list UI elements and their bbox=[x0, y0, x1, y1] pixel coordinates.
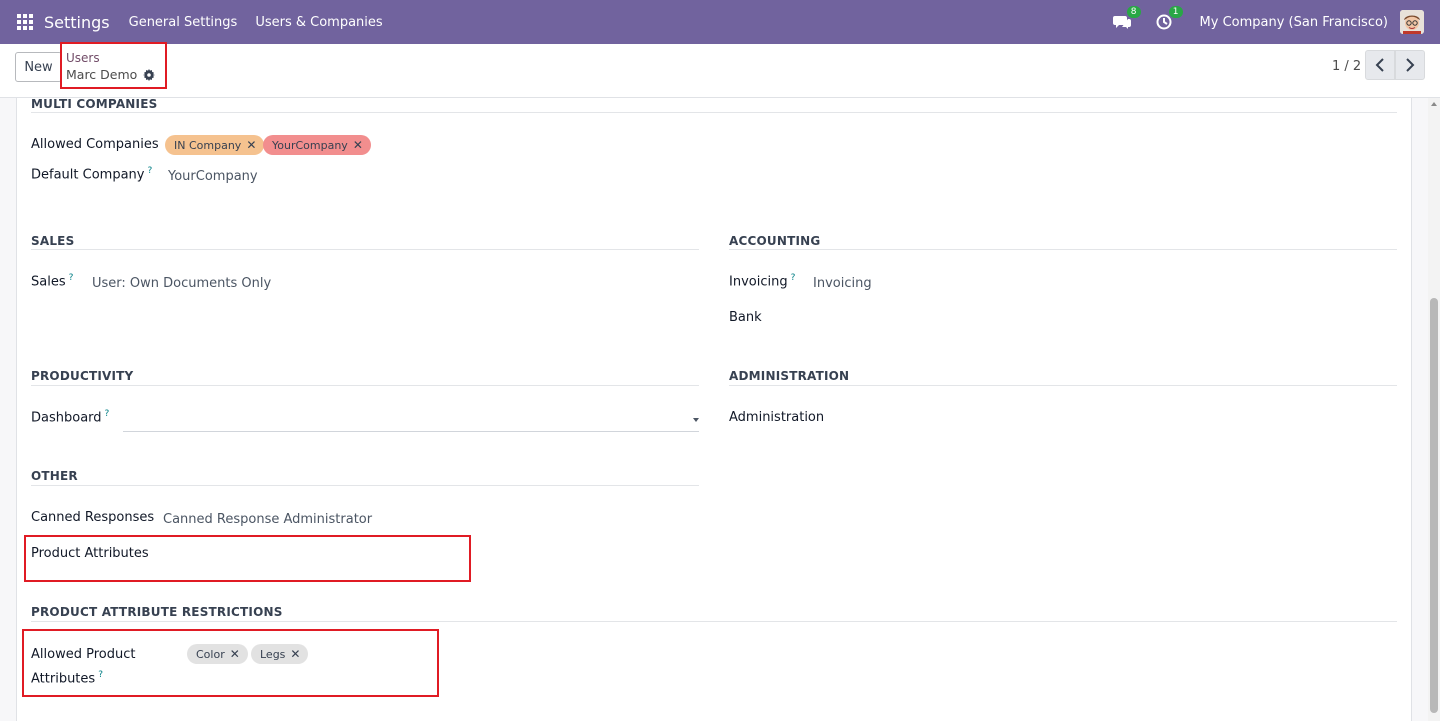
tag-in-company: IN Company ✕ bbox=[165, 135, 265, 155]
gear-icon[interactable] bbox=[143, 68, 156, 81]
tag-legs: Legs ✕ bbox=[251, 644, 309, 664]
menu-general-settings[interactable]: General Settings bbox=[129, 15, 238, 30]
allowed-product-attributes-label: Allowed Product Attributes? bbox=[31, 645, 135, 689]
section-product-attribute-restrictions: PRODUCT ATTRIBUTE RESTRICTIONS bbox=[31, 605, 283, 619]
tag-yourcompany: YourCompany ✕ bbox=[263, 135, 371, 155]
separator bbox=[729, 385, 1397, 386]
breadcrumb-users[interactable]: Users bbox=[66, 51, 100, 65]
label-text: Sales bbox=[31, 274, 66, 290]
invoicing-field[interactable]: Invoicing bbox=[813, 276, 872, 291]
tag-label: IN Company bbox=[174, 138, 242, 152]
label-text: Attributes bbox=[31, 671, 96, 687]
record-name: Marc Demo bbox=[66, 67, 138, 82]
tag-label: YourCompany bbox=[272, 138, 348, 152]
activity-button[interactable]: 1 bbox=[1154, 6, 1183, 32]
section-sales: SALES bbox=[31, 234, 75, 248]
label-text: Default Company bbox=[31, 167, 145, 183]
scroll-up-icon[interactable] bbox=[1431, 102, 1437, 106]
chevron-left-icon bbox=[1375, 58, 1384, 72]
help-icon[interactable]: ? bbox=[98, 670, 103, 680]
canned-responses-label: Canned Responses bbox=[31, 510, 155, 525]
default-company-field[interactable]: YourCompany bbox=[168, 169, 258, 184]
tag-label: Legs bbox=[260, 647, 286, 661]
separator bbox=[31, 621, 1397, 622]
breadcrumb-current: Marc Demo bbox=[66, 67, 156, 82]
apps-menu-icon[interactable] bbox=[17, 14, 33, 30]
pager-previous-button[interactable] bbox=[1365, 50, 1395, 80]
messages-button[interactable]: 8 bbox=[1112, 6, 1141, 32]
remove-tag-icon[interactable]: ✕ bbox=[230, 647, 240, 661]
section-accounting: ACCOUNTING bbox=[729, 234, 821, 248]
label-text: Dashboard bbox=[31, 410, 102, 426]
bank-label: Bank bbox=[729, 310, 762, 325]
clock-icon bbox=[1156, 14, 1172, 30]
label-text: Allowed Product bbox=[31, 647, 136, 662]
sales-label: Sales? bbox=[31, 273, 73, 289]
app-brand[interactable]: Settings bbox=[44, 13, 110, 32]
dashboard-select-underline bbox=[123, 431, 699, 432]
separator bbox=[31, 385, 699, 386]
caret-down-icon[interactable] bbox=[693, 418, 699, 422]
avatar-icon bbox=[1400, 10, 1424, 34]
activity-badge: 1 bbox=[1168, 6, 1183, 18]
remove-tag-icon[interactable]: ✕ bbox=[246, 138, 256, 152]
section-productivity: PRODUCTIVITY bbox=[31, 369, 134, 383]
default-company-label: Default Company? bbox=[31, 166, 152, 182]
separator bbox=[31, 485, 699, 486]
invoicing-label: Invoicing? bbox=[729, 273, 795, 289]
label-text: Invoicing bbox=[729, 274, 788, 290]
new-button[interactable]: New bbox=[15, 52, 62, 82]
remove-tag-icon[interactable]: ✕ bbox=[353, 138, 363, 152]
menu-users-companies[interactable]: Users & Companies bbox=[255, 15, 382, 30]
scroll-thumb[interactable] bbox=[1430, 298, 1438, 713]
user-avatar[interactable] bbox=[1400, 10, 1424, 34]
administration-label: Administration bbox=[729, 410, 825, 425]
pager-value[interactable]: 1 / 2 bbox=[1332, 59, 1361, 74]
product-attributes-label: Product Attributes bbox=[31, 546, 149, 561]
dashboard-select[interactable] bbox=[125, 409, 695, 429]
sales-field[interactable]: User: Own Documents Only bbox=[92, 276, 271, 291]
separator bbox=[31, 249, 699, 250]
help-icon[interactable]: ? bbox=[105, 409, 110, 419]
form-sheet: MULTI COMPANIES Allowed Companies IN Com… bbox=[16, 97, 1412, 721]
help-icon[interactable]: ? bbox=[69, 273, 74, 283]
help-icon[interactable]: ? bbox=[147, 166, 152, 176]
separator bbox=[729, 249, 1397, 250]
page-scrollbar[interactable] bbox=[1428, 98, 1440, 721]
chevron-right-icon bbox=[1406, 58, 1415, 72]
dashboard-label: Dashboard? bbox=[31, 409, 109, 425]
tag-label: Color bbox=[196, 647, 225, 661]
tag-color: Color ✕ bbox=[187, 644, 248, 664]
top-navbar: Settings General Settings Users & Compan… bbox=[0, 0, 1440, 44]
chat-icon bbox=[1112, 16, 1131, 29]
remove-tag-icon[interactable]: ✕ bbox=[290, 647, 300, 661]
control-panel: New Users Marc Demo 1 / 2 bbox=[0, 42, 1440, 98]
canned-responses-field[interactable]: Canned Response Administrator bbox=[163, 512, 372, 527]
help-icon[interactable]: ? bbox=[791, 273, 796, 283]
company-switcher[interactable]: My Company (San Francisco) bbox=[1200, 15, 1388, 30]
messages-badge: 8 bbox=[1126, 6, 1141, 18]
pager-next-button[interactable] bbox=[1395, 50, 1425, 80]
section-multi-companies: MULTI COMPANIES bbox=[31, 97, 158, 111]
allowed-companies-label: Allowed Companies bbox=[31, 137, 159, 152]
separator bbox=[31, 112, 1397, 113]
section-other: OTHER bbox=[31, 469, 78, 483]
section-administration: ADMINISTRATION bbox=[729, 369, 850, 383]
